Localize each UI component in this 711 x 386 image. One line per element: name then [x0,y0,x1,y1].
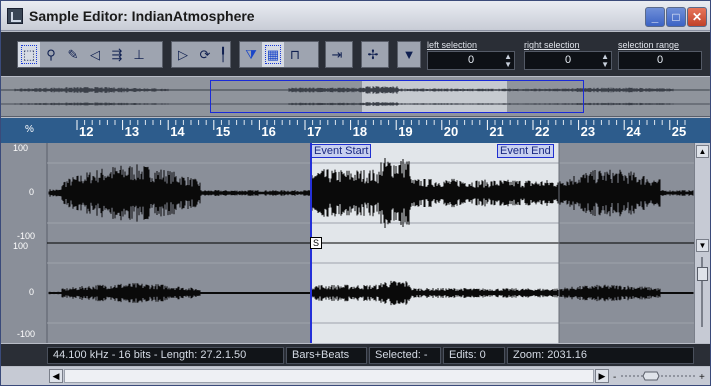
svg-text:-: - [613,372,616,381]
hitpoint-group: ✢ [361,41,389,68]
play-icon[interactable]: ▷ [172,42,194,67]
audio-format-info: 44.100 kHz - 16 bits - Length: 27.2.1.50 [47,347,284,364]
right-selection-value-text: 0 [564,54,572,66]
ruler-tick-label: 20 [443,124,459,139]
scroll-up-icon[interactable]: ▲ [696,145,709,158]
ruler-tick-label: 25 [671,124,687,139]
autoscroll-group: ⇥ [325,41,353,68]
scrub-tool-icon[interactable]: ⇶ [106,42,128,67]
overview-viewport-frame[interactable] [210,80,584,113]
autoscroll-icon[interactable]: ⇥ [326,42,348,67]
ruler-tick-label: 22 [535,124,550,139]
toolbar: ⬚ ⚲ ✎ ◁ ⇶ ⊥ ▷ ⟳ ╿ ⧩ ▦ ⊓ ⇥ ✢ ▼ left selec… [1,32,710,76]
maximize-button[interactable]: □ [666,7,686,27]
horizontal-scroll-track[interactable] [64,369,594,383]
app-icon [7,8,23,24]
selection-range-value-text: 0 [656,54,664,66]
play-tool-icon[interactable]: ◁ [84,42,106,67]
edits-info: Edits: 0 [443,347,505,364]
window-title: Sample Editor: IndianAtmosphere [29,8,255,24]
scroll-right-icon[interactable]: ▶ [595,369,609,383]
selection-range-label: selection range [618,40,680,50]
amp-label-bottom-m100: -100 [17,329,36,339]
ruler-tick-label: 15 [215,124,231,139]
ruler-tick-label: 14 [170,124,185,139]
left-selection-label: left selection [427,40,478,50]
zoom-info: Zoom: 2031.16 [507,347,694,364]
right-selection-spin-icon[interactable]: ▲ ▼ [601,53,609,69]
right-selection-field: right selection 0 ▲ ▼ [524,40,612,70]
info-group: ▼ [397,41,421,68]
ruler-tick-label: 18 [352,124,368,139]
right-selection-value[interactable]: 0 ▲ ▼ [524,51,612,70]
ruler-tick-label: 24 [626,124,641,139]
svg-text:+: + [699,372,705,381]
selection-range-value[interactable]: 0 [618,51,702,70]
ruler-tick-label: 21 [489,124,504,139]
info-icon[interactable]: ▼ [398,42,420,67]
right-selection-label: right selection [524,40,580,50]
status-bar: 44.100 kHz - 16 bits - Length: 27.2.1.50… [1,344,710,366]
selected-info: Selected: - [369,347,441,364]
ruler-tick-label: 13 [124,124,140,139]
title-bar[interactable]: Sample Editor: IndianAtmosphere _ □ ✕ [1,1,710,31]
vertical-zoom-handle[interactable] [697,267,708,281]
snap-to-zero-icon[interactable]: ⊓ [284,42,306,67]
left-selection-value[interactable]: 0 ▲ ▼ [427,51,515,70]
view-tools-group: ⧩ ▦ ⊓ [239,41,319,68]
show-regions-icon[interactable]: ▦ [262,42,284,67]
time-format-selector[interactable]: Bars+Beats [286,347,367,364]
waveform-canvas [1,143,694,343]
scroll-down-icon[interactable]: ▼ [696,239,709,252]
horizontal-scrollbar[interactable]: ◀ ▶ - + [1,367,710,385]
left-selection-value-text: 0 [467,54,475,66]
horizontal-zoom-slider[interactable]: - + [613,371,705,381]
scroll-left-icon[interactable]: ◀ [49,369,63,383]
amp-label-bottom-0: 0 [29,287,35,297]
minimize-button[interactable]: _ [645,7,665,27]
vertical-zoom-scrollbar[interactable]: ▲ ▼ [694,143,710,343]
ruler-tick-label: 17 [307,124,322,139]
amp-label-top-m100: -100 [17,231,36,241]
sample-editor-window: Sample Editor: IndianAtmosphere _ □ ✕ ⬚ … [0,0,711,386]
ruler-tick-label: 16 [261,124,276,139]
audition-tools-group: ▷ ⟳ ╿ [171,41,231,68]
ruler-tick-label: 19 [398,124,413,139]
close-button[interactable]: ✕ [687,7,707,27]
snap-point-marker[interactable]: S [310,237,322,249]
volume-slider-icon[interactable]: ╿ [216,42,230,67]
ruler[interactable]: % 12 13 14 15 16 17 18 19 20 21 22 23 24 25 [1,118,710,143]
amp-label-top-100: 100 [13,143,29,153]
amp-label-top-0: 0 [29,187,35,197]
show-event-icon[interactable]: ⧩ [240,42,262,67]
amp-label-bottom-100: 100 [13,241,29,251]
zoom-tool-icon[interactable]: ⚲ [40,42,62,67]
event-end-label[interactable]: Event End [497,144,554,158]
waveform-display[interactable]: 100 0 -100 100 0 -100 [1,143,710,343]
edit-tools-group: ⬚ ⚲ ✎ ◁ ⇶ ⊥ [17,41,163,68]
draw-tool-icon[interactable]: ✎ [62,42,84,67]
overview-lane[interactable] [1,77,710,117]
selection-range-field: selection range 0 [618,40,702,70]
snap-tool-icon[interactable]: ⊥ [128,42,150,67]
loop-icon[interactable]: ⟳ [194,42,216,67]
event-start-label[interactable]: Event Start [311,144,372,158]
hitpoint-icon[interactable]: ✢ [362,42,384,67]
left-selection-spin-icon[interactable]: ▲ ▼ [504,53,512,69]
ruler-tick-label: 12 [79,124,94,139]
ruler-tick-label: 23 [580,124,596,139]
left-selection-field: left selection 0 ▲ ▼ [427,40,515,70]
range-selection-tool-icon[interactable]: ⬚ [18,42,40,67]
